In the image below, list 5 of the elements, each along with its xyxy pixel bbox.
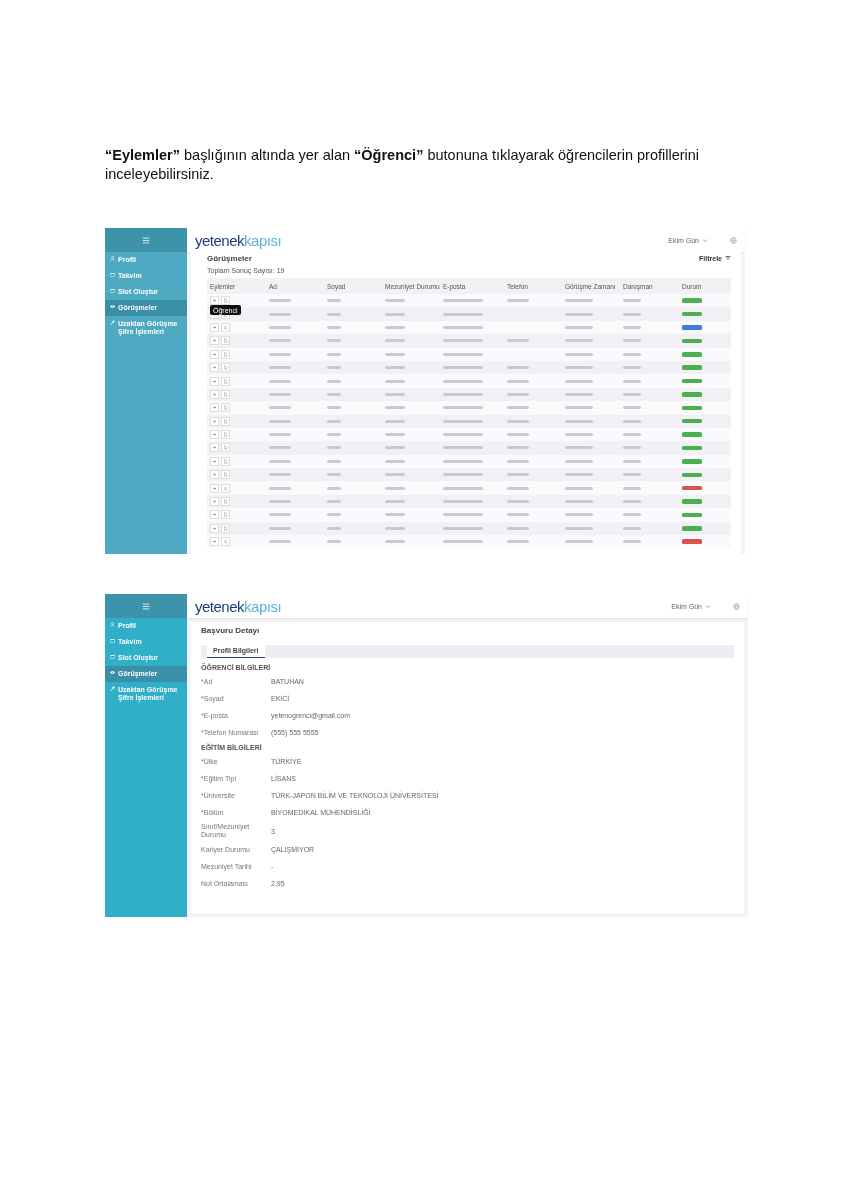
instruction-text: “Eylemler” başlığının altında yer alan “Öğrenci” butonuna tıklayarak öğrencilerin profillerini inceleyebilirsiniz. (105, 146, 701, 184)
page-title: Görüşmeler (207, 254, 252, 263)
logo: yetenekkapısı (195, 231, 283, 249)
page-title: Başvuru Detayı (201, 626, 261, 635)
logo: yetenekkapısı (195, 597, 283, 615)
